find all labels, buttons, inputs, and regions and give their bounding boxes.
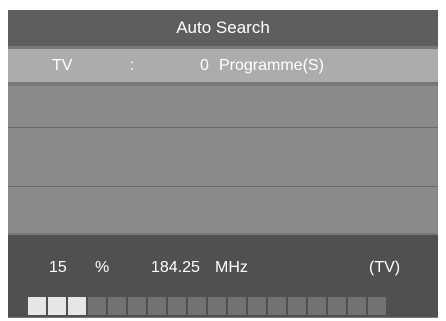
separator-colon: : [130,57,135,74]
progress-segment-empty [128,297,146,315]
progress-segment-empty [228,297,246,315]
progress-segment-empty [268,297,286,315]
empty-row-3 [8,187,438,233]
progress-segment-empty [348,297,366,315]
progress-segment-empty [188,297,206,315]
channel-type-label: TV [52,57,73,74]
progress-segment-empty [368,297,386,315]
tv-programme-row[interactable]: TV : 0 Programme(S) [8,49,438,82]
frequency-value: 184.25 [151,259,200,276]
progress-segment-empty [108,297,126,315]
progress-segment-empty [148,297,166,315]
auto-search-dialog: Auto Search TV : 0 Programme(S) 15 % 184… [8,10,438,318]
progress-segment-empty [88,297,106,315]
dialog-title: Auto Search [8,10,438,46]
frequency-unit: MHz [215,259,248,276]
progress-segment-filled [48,297,66,315]
progress-segment-empty [328,297,346,315]
progress-segment-empty [248,297,266,315]
progress-segment-empty [168,297,186,315]
programme-count: 0 [200,57,209,74]
progress-segment-empty [308,297,326,315]
search-progress-bar [28,297,386,315]
progress-segment-empty [208,297,226,315]
empty-row-1 [8,86,438,127]
programme-unit: Programme(S) [219,57,324,74]
title-text: Auto Search [176,18,270,37]
progress-percent: 15 [49,259,67,276]
search-status-panel: 15 % 184.25 MHz (TV) [8,235,438,317]
progress-segment-filled [28,297,46,315]
empty-row-2 [8,128,438,186]
progress-segment-empty [288,297,306,315]
progress-segment-filled [68,297,86,315]
search-mode: (TV) [369,259,401,276]
percent-sign: % [95,259,110,276]
